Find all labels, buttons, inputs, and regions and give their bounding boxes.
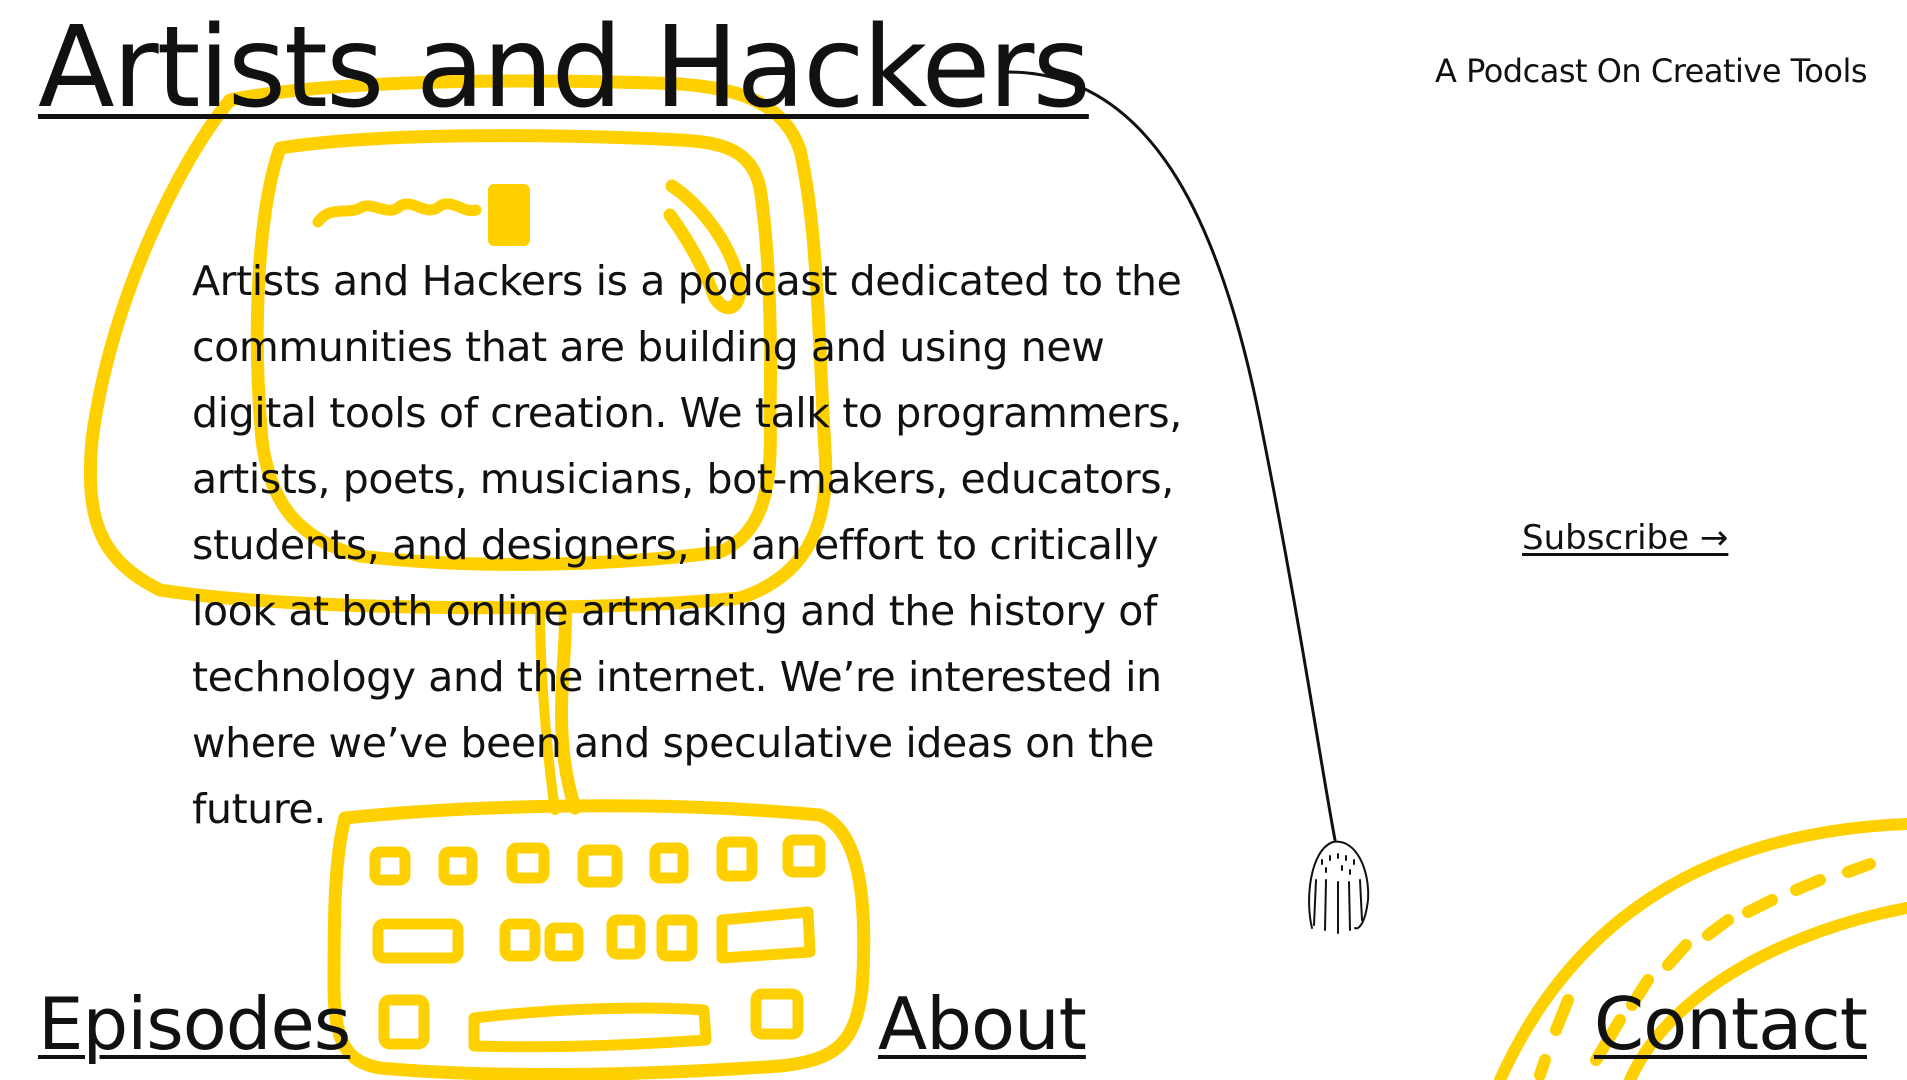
podcast-description: Artists and Hackers is a podcast dedicat… — [192, 257, 1182, 833]
tagline: A Podcast On Creative Tools — [1435, 52, 1868, 90]
nav-about-link[interactable]: About — [878, 984, 1087, 1064]
nav-episodes-link[interactable]: Episodes — [38, 984, 351, 1064]
nav-contact-link[interactable]: Contact — [1594, 984, 1868, 1064]
site-title-link[interactable]: Artists and Hackers — [38, 9, 1091, 128]
subscribe-link[interactable]: Subscribe → — [1522, 518, 1728, 558]
